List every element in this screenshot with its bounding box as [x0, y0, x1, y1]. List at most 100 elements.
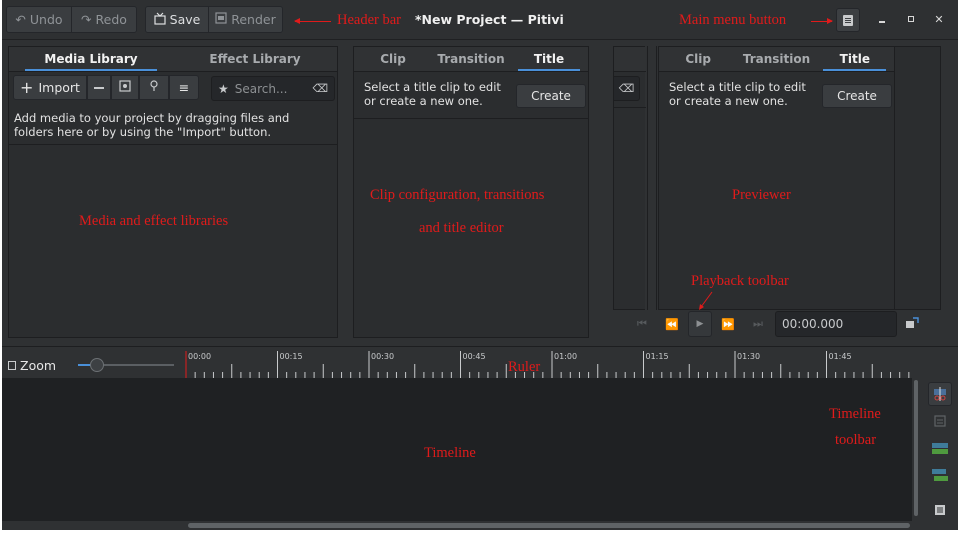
zoom-icon [8, 361, 16, 370]
annotation-timeline: Timeline [424, 445, 476, 461]
hidden-panel-edge: ⌫ [613, 46, 646, 310]
split-scissors-icon [934, 387, 946, 401]
clip-config-divider [354, 118, 588, 119]
timeline-menu-button[interactable] [928, 498, 952, 522]
maximize-icon [908, 16, 914, 22]
playback-arrow [699, 291, 713, 310]
viewer-tab-clip[interactable]: Clip [659, 47, 737, 71]
keyframe-button[interactable] [928, 409, 952, 433]
timeline-vertical-scrollbar[interactable] [913, 378, 919, 518]
vertical-scroll-thumb[interactable] [914, 380, 918, 516]
goto-start-button[interactable]: ⏮ [630, 311, 654, 337]
search-input[interactable]: ★ Search... ⌫ [211, 76, 335, 101]
hidden-clear-icon: ⌫ [614, 76, 640, 101]
keyframe-icon [934, 415, 946, 427]
list-view-icon: ≡ [178, 80, 190, 95]
ruler-tick-label: 01:15 [646, 352, 669, 361]
view-toggle-button[interactable]: ≡ [169, 75, 199, 100]
annotation-clip-config-2: and title editor [419, 220, 504, 236]
rewind-button[interactable]: ⏪ [660, 311, 684, 337]
library-panel: Media Library Effect Library + Import ≡ … [8, 46, 338, 338]
insert-at-playhead-button[interactable] [139, 75, 169, 100]
main-menu-button[interactable] [836, 8, 860, 32]
hidden-panel-tabs [614, 47, 646, 72]
ruler-tick-label: 00:15 [280, 352, 303, 361]
viewer-create-button[interactable]: Create [822, 84, 892, 108]
minimize-button[interactable] [876, 13, 888, 25]
viewer-side-area [895, 46, 941, 310]
main-menu-arrow [811, 21, 832, 22]
render-icon [215, 12, 227, 27]
undo-redo-group: ↶ Undo ↷ Redo [6, 6, 137, 33]
pane-separator[interactable] [647, 46, 657, 310]
clip-config-tabs: Clip Transition Title [354, 47, 588, 72]
render-button[interactable]: Render [208, 7, 282, 32]
annotation-timeline-toolbar-1: Timeline [829, 406, 881, 422]
skip-start-icon: ⏮ [637, 317, 647, 330]
ruler-ticks: 00:00 00:15 00:30 00:45 01:00 01:15 01:30 01:45 [185, 351, 910, 378]
annotation-timeline-toolbar-2: toolbar [835, 432, 877, 448]
window-title: *New Project — Pitivi [415, 12, 564, 27]
clear-search-icon[interactable]: ⌫ [312, 82, 328, 95]
save-render-group: Save Render [145, 6, 283, 33]
viewer-panel: Clip Transition Title Select a title cli… [658, 46, 895, 310]
library-hint: Add media to your project by dragging fi… [14, 111, 290, 139]
fast-forward-icon: ⏩ [721, 317, 735, 331]
zoom-slider-knob[interactable] [90, 358, 104, 372]
ruler-tick-label: 01:30 [737, 352, 760, 361]
redo-icon: ↷ [81, 12, 92, 27]
minimize-icon [879, 21, 885, 23]
split-button[interactable] [928, 382, 952, 406]
timeline-horizontal-scrollbar[interactable] [188, 523, 910, 528]
tab-effect-library[interactable]: Effect Library [173, 47, 337, 71]
tab-title[interactable]: Title [510, 47, 588, 71]
viewer-tab-transition[interactable]: Transition [737, 47, 815, 71]
ruler[interactable]: 00:00 00:15 00:30 00:45 01:00 01:15 01:30 01:45 [184, 347, 912, 379]
play-button[interactable]: ▶ [688, 311, 712, 337]
ruler-tick-label: 01:00 [554, 352, 577, 361]
rewind-icon: ⏪ [665, 317, 679, 331]
goto-end-button[interactable]: ⏭ [746, 311, 770, 337]
ruler-tick-label: 00:45 [463, 352, 486, 361]
ruler-tick-label: 00:00 [188, 352, 211, 361]
maximize-button[interactable] [905, 13, 917, 25]
tab-media-library[interactable]: Media Library [9, 47, 173, 71]
detach-viewer-button[interactable] [904, 315, 920, 331]
group-clips-button[interactable] [928, 436, 952, 460]
skip-end-icon: ⏭ [753, 317, 763, 330]
ruler-bar: Zoom 00:00 00:15 00:30 00:45 01:00 01:15 01:30… [2, 346, 958, 378]
remove-button[interactable] [87, 75, 111, 100]
clip-properties-button[interactable] [111, 75, 139, 100]
pitivi-window: ↶ Undo ↷ Redo Save Render *New Project —… [2, 0, 958, 530]
menu-icon [843, 14, 853, 26]
pin-icon [149, 80, 159, 95]
annotation-playback: Playback toolbar [691, 273, 789, 289]
import-button[interactable]: + Import [13, 75, 87, 100]
viewer-tab-title[interactable]: Title [816, 47, 894, 71]
undo-button[interactable]: ↶ Undo [7, 7, 71, 32]
ruler-tick-label: 00:30 [371, 352, 394, 361]
header-bar: ↶ Undo ↷ Redo Save Render *New Project —… [2, 0, 958, 40]
hidden-divider [614, 107, 646, 108]
timeline-menu-icon [935, 505, 945, 515]
clip-config-hint: Select a title clip to edit or create a … [364, 80, 501, 108]
minus-icon [94, 86, 104, 89]
forward-button[interactable]: ⏩ [716, 311, 740, 337]
group-icon [932, 443, 948, 454]
plus-icon: + [20, 77, 34, 97]
ungroup-clips-button[interactable] [928, 463, 952, 487]
viewer-tabs: Clip Transition Title [659, 47, 894, 72]
create-title-button[interactable]: Create [516, 84, 586, 108]
properties-icon [119, 80, 131, 95]
close-button[interactable]: ✕ [933, 13, 945, 26]
save-button[interactable]: Save [146, 7, 208, 32]
star-icon: ★ [218, 81, 229, 96]
redo-button[interactable]: ↷ Redo [71, 7, 136, 32]
annotation-header-bar: Header bar [337, 12, 401, 28]
annotation-clip-config-1: Clip configuration, transitions [370, 187, 545, 203]
ruler-tick-label: 01:45 [829, 352, 852, 361]
tab-transition[interactable]: Transition [432, 47, 510, 71]
timecode-field[interactable]: 00:00.000 [775, 311, 897, 337]
header-bar-arrow [294, 18, 331, 24]
tab-clip[interactable]: Clip [354, 47, 432, 71]
